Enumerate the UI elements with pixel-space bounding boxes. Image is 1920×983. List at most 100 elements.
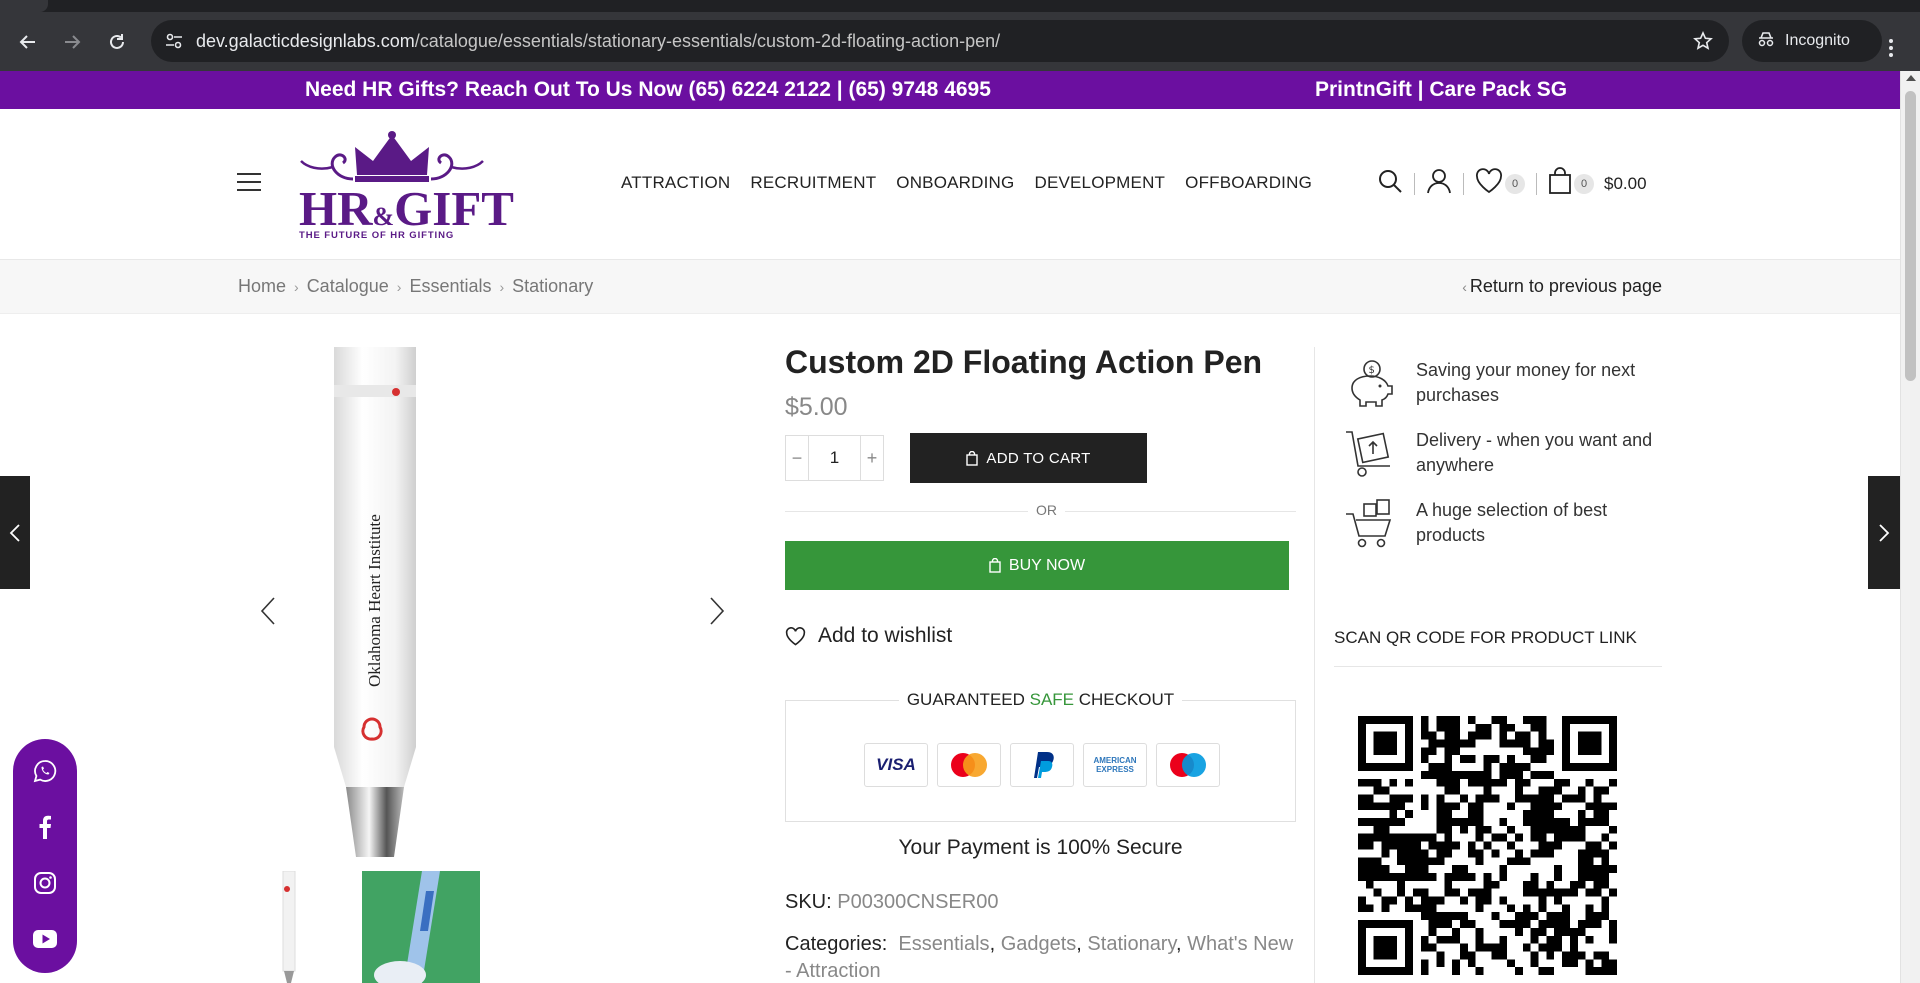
scroll-up-arrow[interactable] xyxy=(1906,75,1916,81)
category-link-essentials[interactable]: Essentials xyxy=(898,933,989,955)
wishlist-heart-icon[interactable] xyxy=(1475,168,1503,199)
breadcrumb-stationary: Stationary xyxy=(512,276,594,296)
crown-icon xyxy=(300,131,484,182)
product-categories: Categories: Essentials, Gadgets, Station… xyxy=(785,933,1294,982)
quantity-increase-button[interactable]: + xyxy=(861,448,883,469)
site-header: HR&GIFT THE FUTURE OF HR GIFTING ATTRACT… xyxy=(0,109,1900,260)
paypal-icon xyxy=(1010,743,1074,787)
piggy-bank-icon: $ xyxy=(1351,360,1393,407)
nav-item-attraction[interactable]: ATTRACTION xyxy=(621,173,730,193)
url-text: dev.galacticdesignlabs.com/catalogue/ess… xyxy=(196,31,1001,51)
next-product-button[interactable] xyxy=(1868,476,1900,589)
safe-checkout-title: GUARANTEED SAFE CHECKOUT xyxy=(786,690,1295,710)
category-link-stationary[interactable]: Stationary xyxy=(1087,933,1176,955)
gallery-thumbnail-2[interactable] xyxy=(362,871,480,983)
previous-product-button[interactable] xyxy=(0,476,30,589)
add-to-wishlist-link[interactable]: Add to wishlist xyxy=(785,624,952,648)
logo-tagline: THE FUTURE OF HR GIFTING xyxy=(299,230,455,241)
logo-wordmark: HR&GIFT xyxy=(299,181,514,236)
nav-item-development[interactable]: DEVELOPMENT xyxy=(1034,173,1165,193)
breadcrumb-catalogue[interactable]: Catalogue xyxy=(307,276,389,297)
forward-icon[interactable] xyxy=(58,28,86,56)
mastercard-icon xyxy=(937,743,1001,787)
delivery-box-icon xyxy=(1346,431,1390,477)
product-qr-code[interactable] xyxy=(1358,716,1617,975)
browser-menu-icon[interactable] xyxy=(1888,38,1894,63)
product-price: $5.00 xyxy=(785,393,848,421)
youtube-icon[interactable] xyxy=(33,927,57,951)
quantity-decrease-button[interactable]: − xyxy=(786,448,808,469)
incognito-indicator[interactable]: Incognito xyxy=(1742,20,1882,62)
social-links-bar xyxy=(13,739,77,973)
breadcrumb-essentials[interactable]: Essentials xyxy=(409,276,491,297)
whatsapp-icon[interactable] xyxy=(33,759,57,783)
site-settings-icon[interactable] xyxy=(165,32,183,55)
add-to-cart-button[interactable]: ADD TO CART xyxy=(910,433,1147,483)
promo-bar: Need HR Gifts? Reach Out To Us Now (65) … xyxy=(0,71,1900,109)
return-previous-link[interactable]: ‹ Return to previous page xyxy=(1462,276,1662,297)
svg-text:$: $ xyxy=(1369,365,1375,376)
incognito-icon xyxy=(1756,31,1776,52)
promo-brand-links[interactable]: PrintnGift | Care Pack SG xyxy=(1315,78,1567,102)
scrollbar-thumb[interactable] xyxy=(1905,91,1916,381)
nav-item-recruitment[interactable]: RECRUITMENT xyxy=(750,173,876,193)
maestro-icon xyxy=(1156,743,1220,787)
column-divider xyxy=(1314,347,1315,983)
visa-card-icon: VISA xyxy=(864,743,928,787)
qr-section-title: SCAN QR CODE FOR PRODUCT LINK xyxy=(1334,628,1637,647)
buy-now-button[interactable]: BUY NOW xyxy=(785,541,1289,590)
payment-secure-text: Your Payment is 100% Secure xyxy=(898,836,1183,859)
account-icon[interactable] xyxy=(1426,168,1452,199)
browser-tab[interactable] xyxy=(0,0,48,12)
incognito-label: Incognito xyxy=(1785,32,1850,49)
bag-icon xyxy=(966,450,979,466)
category-link-gadgets[interactable]: Gadgets xyxy=(1001,933,1077,955)
breadcrumb-bar: Home › Catalogue › Essentials › Stationa… xyxy=(0,260,1900,314)
amex-icon: AMERICAN EXPRESS xyxy=(1083,743,1147,787)
gallery-prev-icon[interactable] xyxy=(258,596,278,626)
browser-toolbar: dev.galacticdesignlabs.com/catalogue/ess… xyxy=(0,12,1920,71)
pen-image: Oklahoma Heart Institute xyxy=(334,347,416,857)
menu-hamburger-icon[interactable] xyxy=(237,173,261,197)
facebook-icon[interactable] xyxy=(33,815,57,839)
site-logo[interactable]: HR&GIFT THE FUTURE OF HR GIFTING xyxy=(297,127,514,247)
page-scrollbar[interactable] xyxy=(1900,71,1920,983)
gift-cart-icon xyxy=(1346,499,1392,548)
product-title: Custom 2D Floating Action Pen xyxy=(785,344,1263,380)
product-main-image[interactable]: Oklahoma Heart Institute xyxy=(236,347,752,857)
cart-total[interactable]: $0.00 xyxy=(1604,174,1647,194)
search-icon[interactable] xyxy=(1377,168,1403,199)
address-bar[interactable]: dev.galacticdesignlabs.com/catalogue/ess… xyxy=(151,20,1729,62)
gallery-next-icon[interactable] xyxy=(707,596,727,626)
qr-title-divider xyxy=(1334,666,1662,667)
chevron-left-icon xyxy=(9,523,20,542)
cart-count-badge: 0 xyxy=(1574,173,1594,194)
svg-text:Oklahoma Heart Institute: Oklahoma Heart Institute xyxy=(365,514,384,687)
nav-item-onboarding[interactable]: ONBOARDING xyxy=(896,173,1014,193)
safe-checkout-box: GUARANTEED SAFE CHECKOUT VISA AMERICAN E… xyxy=(785,690,1296,822)
heart-icon xyxy=(785,626,806,646)
bookmark-star-icon[interactable] xyxy=(1693,31,1713,56)
quantity-input[interactable]: 1 xyxy=(808,436,861,480)
nav-item-offboarding[interactable]: OFFBOARDING xyxy=(1185,173,1312,193)
wishlist-count-badge: 0 xyxy=(1505,173,1525,194)
chevron-right-icon xyxy=(1879,523,1890,542)
breadcrumb-home[interactable]: Home xyxy=(238,276,286,297)
gallery-thumbnail-1[interactable] xyxy=(278,871,300,983)
promo-contact-text[interactable]: Need HR Gifts? Reach Out To Us Now (65) … xyxy=(305,78,991,102)
feature-saving: $ Saving your money for next purchases xyxy=(1344,358,1656,410)
chevron-left-icon: ‹ xyxy=(1462,279,1467,295)
or-divider: OR xyxy=(785,501,1296,521)
browser-tab-strip xyxy=(0,0,1920,12)
quantity-stepper: − 1 + xyxy=(785,435,884,481)
main-navigation: ATTRACTION RECRUITMENT ONBOARDING DEVELO… xyxy=(621,173,1312,193)
feature-selection: A huge selection of best products xyxy=(1344,498,1656,550)
reload-icon[interactable] xyxy=(103,28,131,56)
header-actions: 0 0 $0.00 xyxy=(1377,167,1647,200)
instagram-icon[interactable] xyxy=(33,871,57,895)
cart-bag-icon[interactable] xyxy=(1548,167,1572,200)
bag-icon xyxy=(989,558,1001,573)
feature-delivery: Delivery - when you want and anywhere xyxy=(1344,428,1656,480)
back-icon[interactable] xyxy=(14,28,42,56)
breadcrumb: Home › Catalogue › Essentials › Stationa… xyxy=(238,276,594,297)
